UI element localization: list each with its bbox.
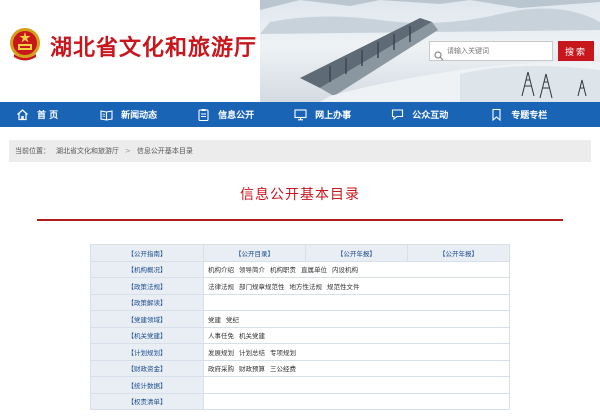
nav-item-special-topics[interactable]: 专题专栏 [490,102,547,127]
nav-item-label: 网上办事 [315,111,352,121]
catalog-link[interactable]: 人事任免 [208,332,234,340]
breadcrumb-link-home[interactable]: 湖北省文化和旅游厅 [56,146,119,156]
header-cell-annual-report[interactable]: 【公开年报】 [304,244,408,262]
nav-item-label: 新闻动态 [121,111,158,121]
table-row: 【政策法规】 法律法规 部门规章规范性 地方性法规 规范性文件 [90,277,510,295]
book-icon [100,110,113,121]
page-title: 信息公开基本目录 [240,187,360,203]
table-header-row: 【公开指南】 【公开目录】 【公开年报】 【公开年报】 [90,244,511,262]
monitor-icon [294,109,307,121]
national-emblem-icon [8,26,42,62]
catalog-link[interactable]: 机构职责 [270,266,296,274]
site-title: 湖北省文化和旅游厅 [50,35,258,61]
nav-item-online-services[interactable]: 网上办事 [294,102,351,127]
row-category-label[interactable]: 【机关党建】 [90,326,204,344]
header-cell-annual-report-2[interactable]: 【公开年报】 [406,244,511,262]
nav-item-info-disclosure[interactable]: 信息公开 [197,102,254,127]
nav-item-label: 信息公开 [218,111,255,121]
row-links-cell: 发展规划 计划总结 专项规划 [203,343,510,361]
row-links-cell: 政府采购 财政预算 三公经费 [203,359,510,377]
catalog-link[interactable]: 法律法规 [208,283,234,291]
table-row: 【机关党建】 人事任免 机关党建 [90,326,510,344]
table-row: 【党建领域】 党建 党纪 [90,310,510,328]
row-links-cell: 机构介绍 领导简介 机构职责 直属单位 内设机构 [203,260,510,278]
catalog-link[interactable]: 机构介绍 [208,266,234,274]
site-header: 湖北省文化和旅游厅 搜索 [0,0,600,102]
bookmark-icon [492,108,501,121]
catalog-table: 【公开指南】 【公开目录】 【公开年报】 【公开年报】 【机构概况】 机构介绍 领导… [90,244,511,410]
row-category-label[interactable]: 【政策法规】 [90,277,204,295]
breadcrumb-prefix: 当前位置： [15,147,50,155]
catalog-link[interactable]: 党纪 [226,316,239,324]
nav-item-home[interactable]: 首 页 [16,102,58,127]
table-row: 【统计数据】 [90,376,510,394]
row-links-cell: 法律法规 部门规章规范性 地方性法规 规范性文件 [203,277,510,295]
catalog-link[interactable]: 内设机构 [332,266,358,274]
row-links-cell: 人事任免 机关党建 [203,326,510,344]
header-cell-catalog[interactable]: 【公开目录】 [203,244,306,262]
row-links-cell: 党建 党纪 [203,310,510,328]
row-category-label[interactable]: 【党建领域】 [90,310,204,328]
row-category-label[interactable]: 【财政资金】 [90,359,204,377]
breadcrumb-separator: > [125,147,131,155]
breadcrumb: 当前位置： 湖北省文化和旅游厅 > 信息公开基本目录 [9,140,591,162]
catalog-link[interactable]: 规范性文件 [327,283,360,291]
breadcrumb-current: 信息公开基本目录 [136,147,193,155]
row-category-label[interactable]: 【政策解读】 [90,293,204,311]
nav-item-label: 公众互动 [412,111,449,121]
header-cell-guide[interactable]: 【公开指南】 [90,244,204,262]
nav-item-label: 首 页 [37,111,59,121]
row-links-cell [203,376,510,394]
catalog-link[interactable]: 领导简介 [239,266,265,274]
title-divider [37,219,563,221]
table-body: 【机构概况】 机构介绍 领导简介 机构职责 直属单位 内设机构 【政策法规】 法律法规 部门规章… [90,260,510,410]
search-input[interactable] [447,43,547,59]
table-row: 【权责清单】 [90,392,510,410]
row-category-label[interactable]: 【统计数据】 [90,376,204,394]
clipboard-icon [198,109,209,121]
catalog-link[interactable]: 党建 [208,316,221,324]
search-icon [434,46,444,61]
page: 湖北省文化和旅游厅 搜索 首 页 新闻动态 信息公开 网上办事 公众 [0,0,600,419]
catalog-link[interactable]: 地方性法规 [290,283,323,291]
catalog-link[interactable]: 三公经费 [270,365,296,373]
home-icon [17,109,28,121]
search-box[interactable] [429,41,553,61]
catalog-link[interactable]: 计划总结 [239,349,265,357]
catalog-link[interactable]: 财政预算 [239,365,265,373]
table-row: 【计划规划】 发展规划 计划总结 专项规划 [90,343,510,361]
nav-item-label: 专题专栏 [511,111,548,121]
catalog-link[interactable]: 发展规划 [208,349,234,357]
catalog-link[interactable]: 机关党建 [239,332,265,340]
table-row: 【机构概况】 机构介绍 领导简介 机构职责 直属单位 内设机构 [90,260,510,278]
row-links-cell [203,392,510,410]
table-row: 【财政资金】 政府采购 财政预算 三公经费 [90,359,510,377]
catalog-link[interactable]: 政府采购 [208,365,234,373]
nav-item-news[interactable]: 新闻动态 [100,102,157,127]
row-category-label[interactable]: 【机构概况】 [90,260,204,278]
catalog-link[interactable]: 直属单位 [301,266,327,274]
table-row: 【政策解读】 [90,293,510,311]
search-button[interactable]: 搜索 [558,41,594,61]
row-links-cell [203,293,510,311]
nav-item-public-interaction[interactable]: 公众互动 [391,102,448,127]
chat-icon [392,109,404,121]
catalog-link[interactable]: 部门规章规范性 [239,283,285,291]
row-category-label[interactable]: 【计划规划】 [90,343,204,361]
row-category-label[interactable]: 【权责清单】 [90,392,204,410]
main-nav: 首 页 新闻动态 信息公开 网上办事 公众互动 专题专栏 [0,102,600,127]
catalog-link[interactable]: 专项规划 [270,349,296,357]
